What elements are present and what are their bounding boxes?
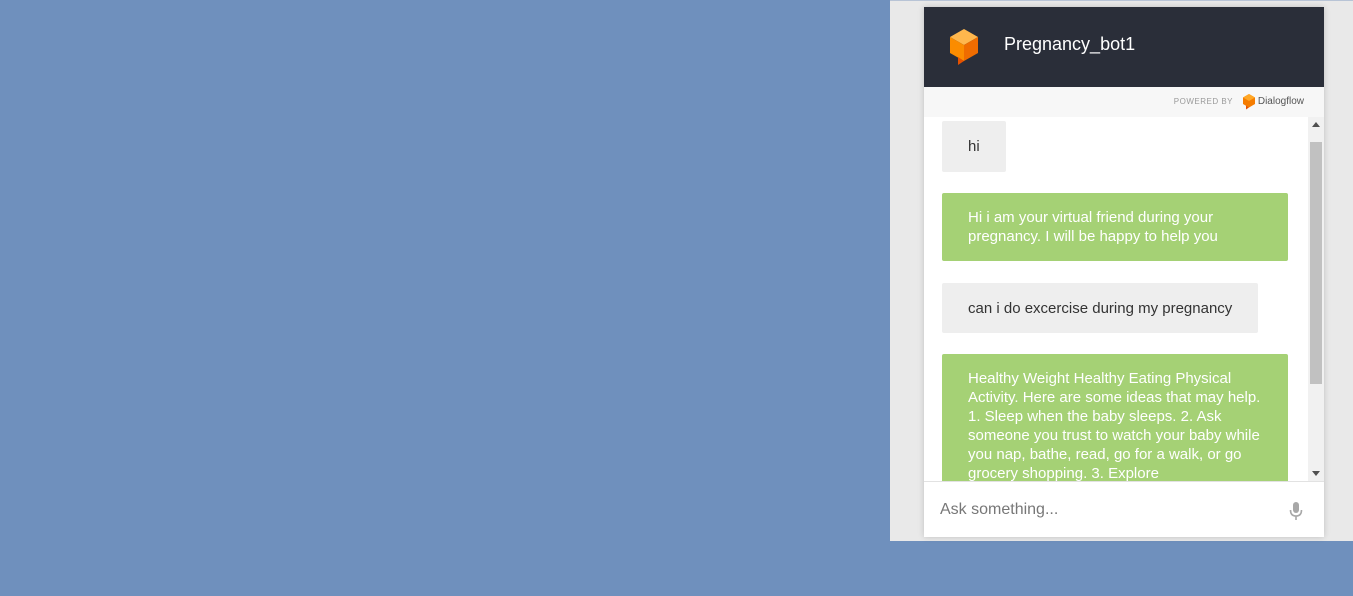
input-bar [924,481,1324,537]
chat-widget: Pregnancy_bot1 POWERED BY Dialogflow hi … [924,7,1324,537]
powered-by-label: POWERED BY [1173,97,1233,106]
bot-name: Pregnancy_bot1 [1004,34,1136,54]
dialogflow-logo-icon [1243,94,1255,110]
bot-message: Hi i am your virtual friend during your … [942,193,1288,261]
dialogflow-link[interactable]: Dialogflow [1258,96,1304,107]
powered-by-bar: POWERED BY Dialogflow [924,87,1324,117]
microphone-icon[interactable] [1288,501,1304,521]
dialogflow-cube-icon [950,29,978,65]
scrollbar-thumb[interactable] [1310,142,1322,384]
user-message: can i do excercise during my pregnancy [942,283,1259,333]
scroll-up-arrow-icon[interactable] [1312,122,1320,127]
message-scrollbar[interactable] [1308,117,1324,481]
message-list[interactable]: hi Hi i am your virtual friend during yo… [924,117,1308,481]
scroll-down-arrow-icon[interactable] [1312,471,1320,476]
query-input[interactable] [940,494,1270,526]
user-message: hi [942,121,1006,172]
bot-message: Healthy Weight Healthy Eating Physical A… [942,354,1288,481]
chat-header: Pregnancy_bot1 [924,7,1324,87]
